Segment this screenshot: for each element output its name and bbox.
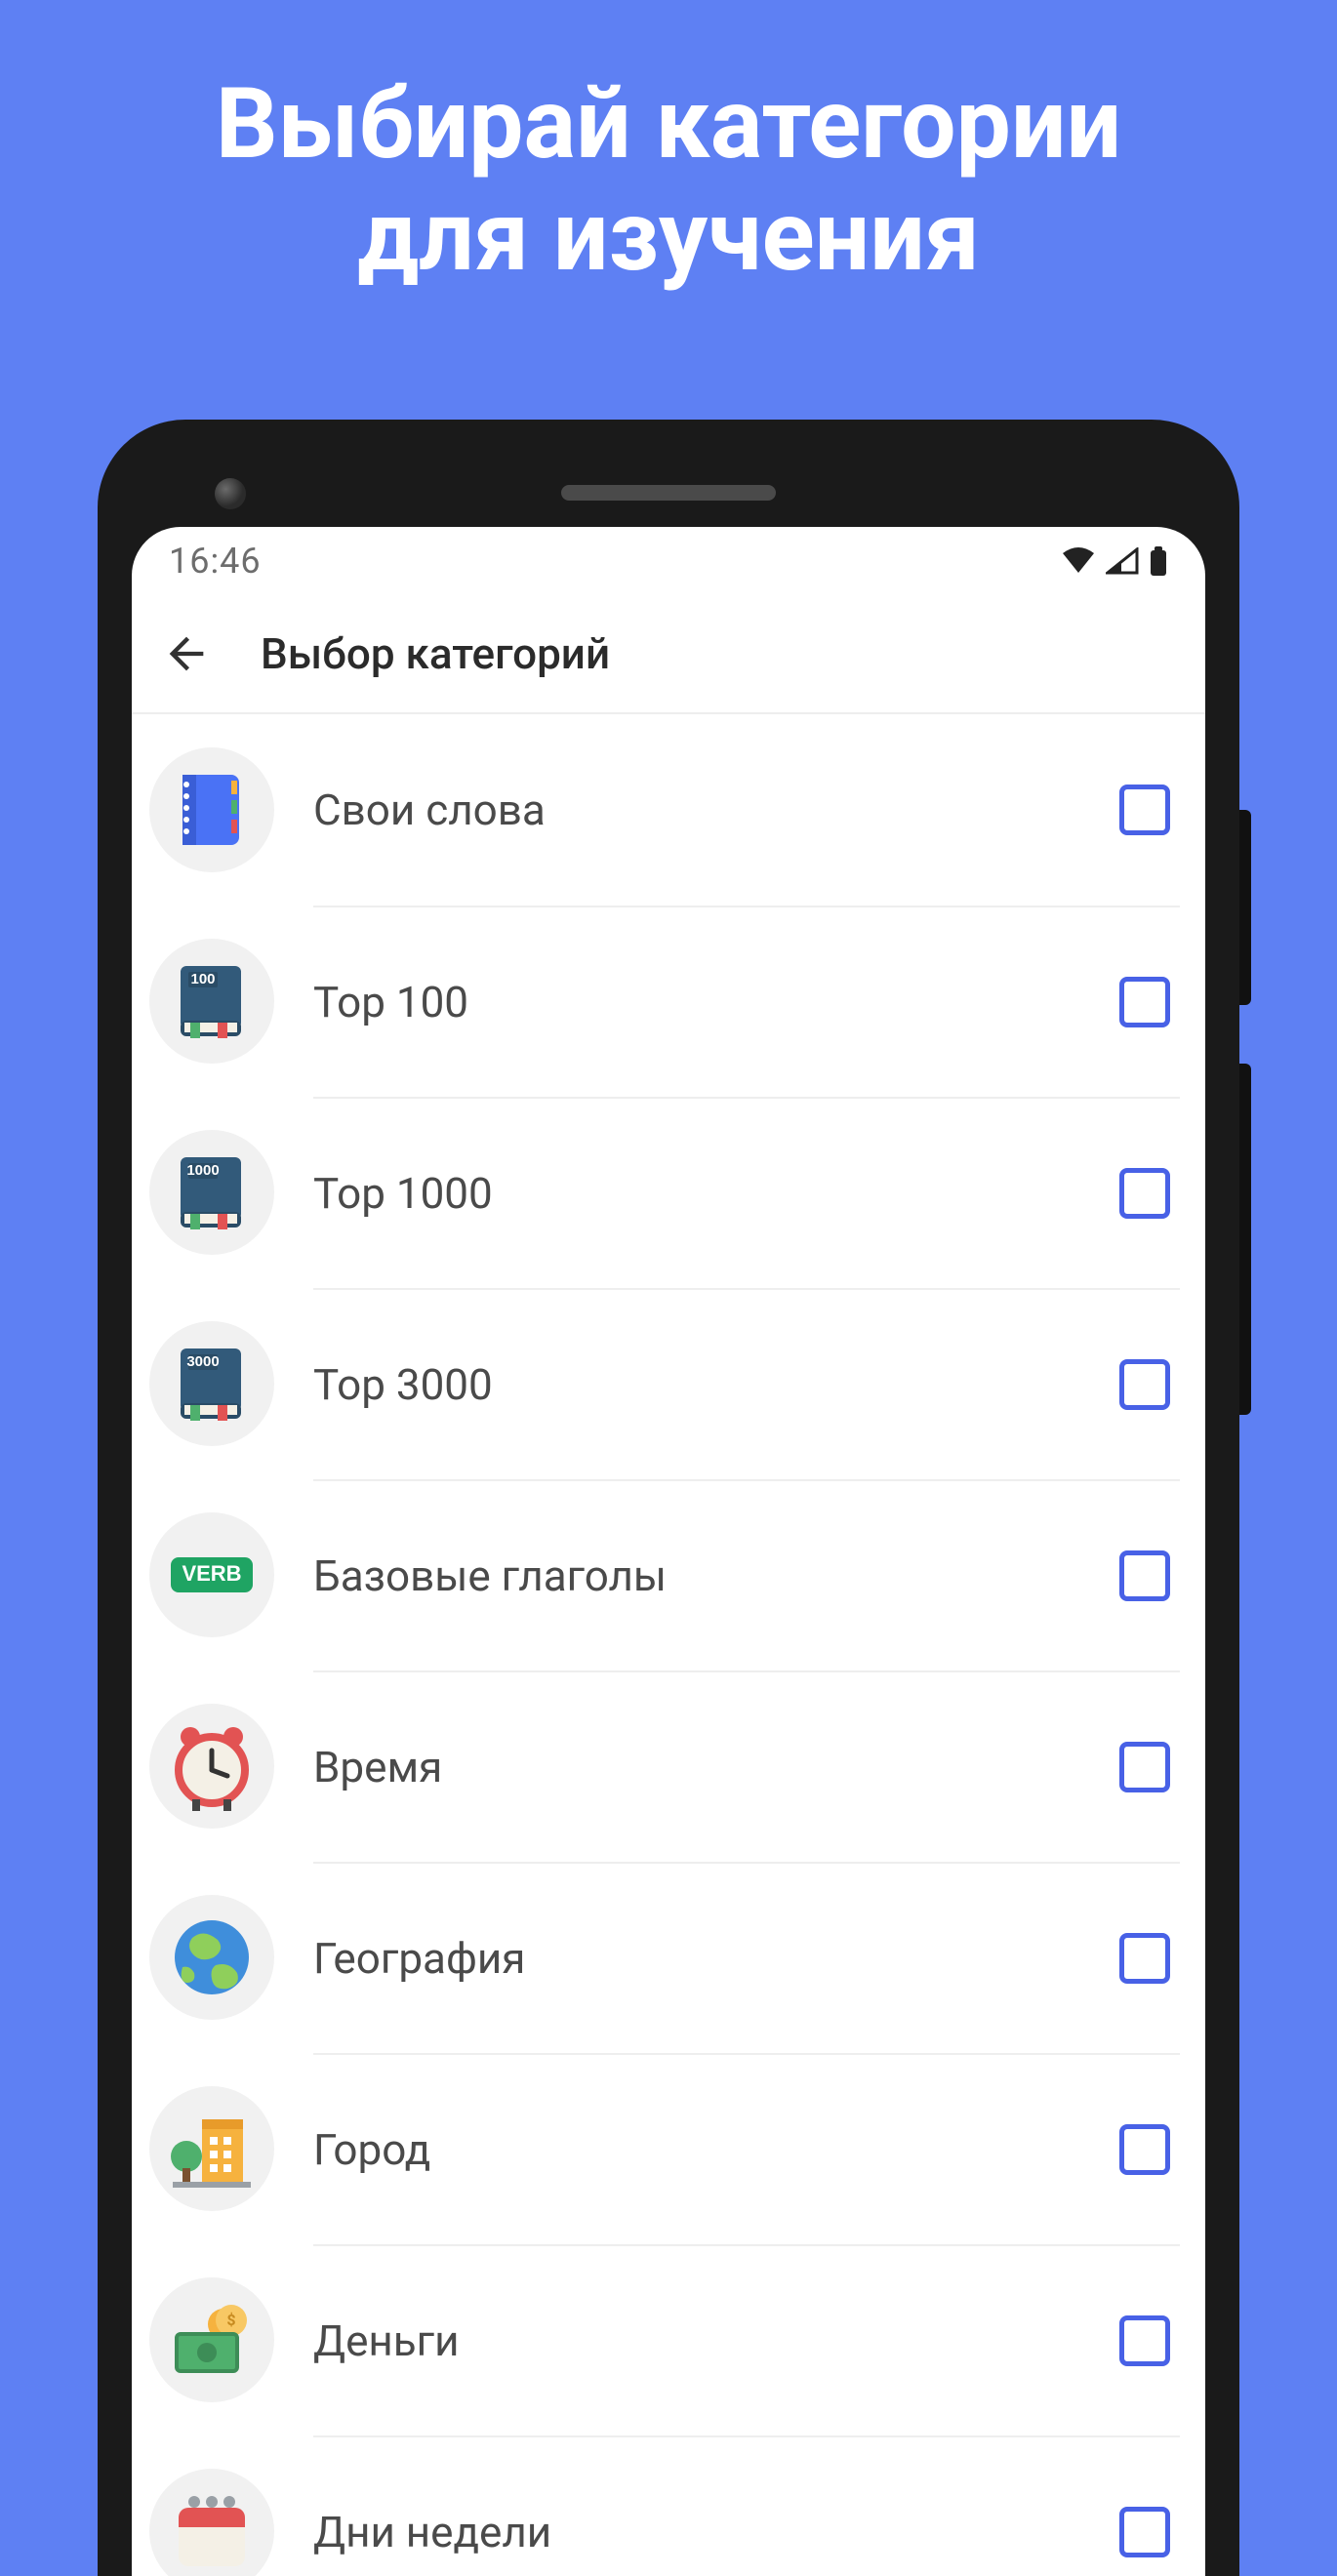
- category-checkbox[interactable]: [1119, 2315, 1170, 2366]
- category-row-days[interactable]: Дни недели: [149, 2435, 1180, 2576]
- category-label: География: [313, 1933, 525, 1984]
- category-row-money[interactable]: Деньги: [149, 2244, 1180, 2435]
- book-icon: 3000: [149, 1321, 274, 1446]
- category-row-main: Базовые глаголы: [313, 1479, 1180, 1670]
- money-icon: [149, 2277, 274, 2402]
- book-icon: 100: [149, 939, 274, 1064]
- notebook-icon: [149, 747, 274, 872]
- verb-icon: VERB: [149, 1512, 274, 1637]
- clock-icon: [149, 1704, 274, 1829]
- category-row-city[interactable]: Город: [149, 2053, 1180, 2244]
- category-checkbox[interactable]: [1119, 785, 1170, 835]
- category-checkbox[interactable]: [1119, 1359, 1170, 1410]
- svg-text:VERB: VERB: [182, 1561, 241, 1586]
- category-checkbox[interactable]: [1119, 2507, 1170, 2557]
- category-label: Дни недели: [313, 2507, 551, 2557]
- camera-icon: [215, 478, 246, 509]
- phone-side-button: [1239, 1064, 1251, 1415]
- category-row-main: Город: [313, 2053, 1180, 2244]
- category-label: Top 3000: [313, 1359, 493, 1410]
- category-checkbox[interactable]: [1119, 1933, 1170, 1984]
- phone-frame: 16:46 Выбор категорий Свои слова 100: [98, 420, 1239, 2576]
- category-label: Деньги: [313, 2315, 460, 2366]
- signal-icon: [1106, 547, 1139, 575]
- book-icon: 1000: [149, 1130, 274, 1255]
- category-label: Базовые глаголы: [313, 1550, 667, 1601]
- category-row-main: Дни недели: [313, 2435, 1180, 2576]
- category-row-top100[interactable]: 100 Top 100: [149, 906, 1180, 1097]
- category-row-top3000[interactable]: 3000 Top 3000: [149, 1288, 1180, 1479]
- category-row-main: Top 1000: [313, 1097, 1180, 1288]
- speaker-icon: [561, 485, 776, 501]
- category-checkbox[interactable]: [1119, 977, 1170, 1027]
- category-checkbox[interactable]: [1119, 2124, 1170, 2175]
- promo-line-1: Выбирай категории: [0, 68, 1337, 181]
- globe-icon: [149, 1895, 274, 2020]
- category-row-main: Деньги: [313, 2244, 1180, 2435]
- category-label: Top 100: [313, 977, 468, 1027]
- city-icon: [149, 2086, 274, 2211]
- status-bar: 16:46: [132, 527, 1205, 595]
- category-row-verbs[interactable]: VERB Базовые глаголы: [149, 1479, 1180, 1670]
- category-row-top1000[interactable]: 1000 Top 1000: [149, 1097, 1180, 1288]
- promo-line-2: для изучения: [0, 181, 1337, 293]
- category-row-geo[interactable]: География: [149, 1862, 1180, 2053]
- category-row-main: География: [313, 1862, 1180, 2053]
- category-checkbox[interactable]: [1119, 1742, 1170, 1792]
- svg-text:3000: 3000: [186, 1353, 219, 1370]
- svg-text:100: 100: [190, 971, 215, 987]
- category-label: Свои слова: [313, 785, 546, 835]
- status-icons: [1061, 546, 1168, 576]
- category-row-main: Top 100: [313, 906, 1180, 1097]
- category-label: Top 1000: [313, 1168, 493, 1219]
- back-button[interactable]: [161, 628, 212, 679]
- category-row-time[interactable]: Время: [149, 1670, 1180, 1862]
- calendar-icon: [149, 2469, 274, 2576]
- category-row-own[interactable]: Свои слова: [149, 714, 1180, 906]
- page-title: Выбор категорий: [261, 628, 610, 679]
- category-row-main: Свои слова: [313, 714, 1180, 906]
- battery-icon: [1149, 546, 1168, 576]
- app-bar: Выбор категорий: [132, 595, 1205, 712]
- category-row-main: Top 3000: [313, 1288, 1180, 1479]
- category-row-main: Время: [313, 1670, 1180, 1862]
- status-time: 16:46: [169, 541, 262, 582]
- phone-notch: [132, 459, 1205, 527]
- promo-title: Выбирай категории для изучения: [0, 0, 1337, 293]
- category-checkbox[interactable]: [1119, 1550, 1170, 1601]
- screen: 16:46 Выбор категорий Свои слова 100: [132, 527, 1205, 2576]
- svg-text:1000: 1000: [186, 1162, 219, 1179]
- category-list: Свои слова 100 Top 100 1000 Top 1000 300…: [132, 714, 1205, 2576]
- category-label: Город: [313, 2124, 430, 2175]
- category-label: Время: [313, 1742, 442, 1792]
- arrow-left-icon: [161, 628, 212, 679]
- category-checkbox[interactable]: [1119, 1168, 1170, 1219]
- phone-side-button: [1239, 810, 1251, 1005]
- wifi-icon: [1061, 547, 1096, 575]
